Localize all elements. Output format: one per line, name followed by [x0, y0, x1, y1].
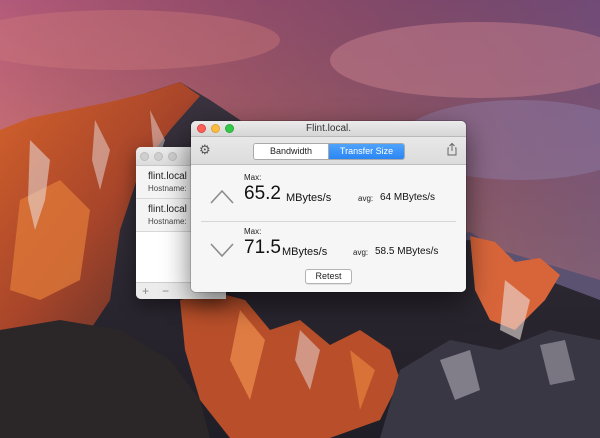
download-unit: MBytes/s [282, 246, 328, 258]
upload-avg-label: avg: [358, 194, 374, 203]
chevron-up-icon [210, 189, 234, 204]
minimize-button-inactive[interactable] [154, 152, 163, 161]
close-button-inactive[interactable] [140, 152, 149, 161]
results-panel: Max: 65.2 MBytes/s avg: 64 MBytes/s Max:… [191, 165, 466, 292]
upload-avg-value: 64 MBytes/s [380, 192, 436, 203]
window-titlebar: Flint.local. [191, 121, 466, 137]
upload-result-row: Max: 65.2 MBytes/s avg: 64 MBytes/s [191, 173, 466, 219]
row-divider [201, 221, 456, 222]
upload-max-label: Max: [244, 173, 262, 182]
upload-max-value: 65.2 [244, 183, 281, 204]
retest-button[interactable]: Retest [305, 269, 352, 284]
share-icon[interactable] [445, 142, 459, 156]
gear-icon[interactable]: ⚙ [199, 143, 211, 156]
download-max-value: 71.5 [244, 237, 281, 258]
zoom-button-inactive[interactable] [168, 152, 177, 161]
download-result-row: Max: 71.5 MBytes/s avg: 58.5 MBytes/s [191, 227, 466, 273]
remove-host-button[interactable]: − [162, 284, 169, 298]
window-title: Flint.local. [305, 123, 351, 134]
add-host-button[interactable]: + [142, 284, 149, 298]
window-toolbar: ⚙ Bandwidth Transfer Size [191, 137, 466, 165]
chevron-down-icon [210, 243, 234, 258]
speed-test-window: Flint.local. ⚙ Bandwidth Transfer Size M… [191, 121, 466, 292]
upload-unit: MBytes/s [286, 192, 332, 204]
download-avg-value: 58.5 MBytes/s [375, 246, 439, 257]
download-avg-label: avg: [353, 248, 369, 257]
tab-transfer-size[interactable]: Transfer Size [329, 144, 404, 159]
download-max-label: Max: [244, 227, 262, 236]
tab-bandwidth[interactable]: Bandwidth [254, 144, 329, 159]
mode-segmented-control: Bandwidth Transfer Size [253, 143, 405, 160]
